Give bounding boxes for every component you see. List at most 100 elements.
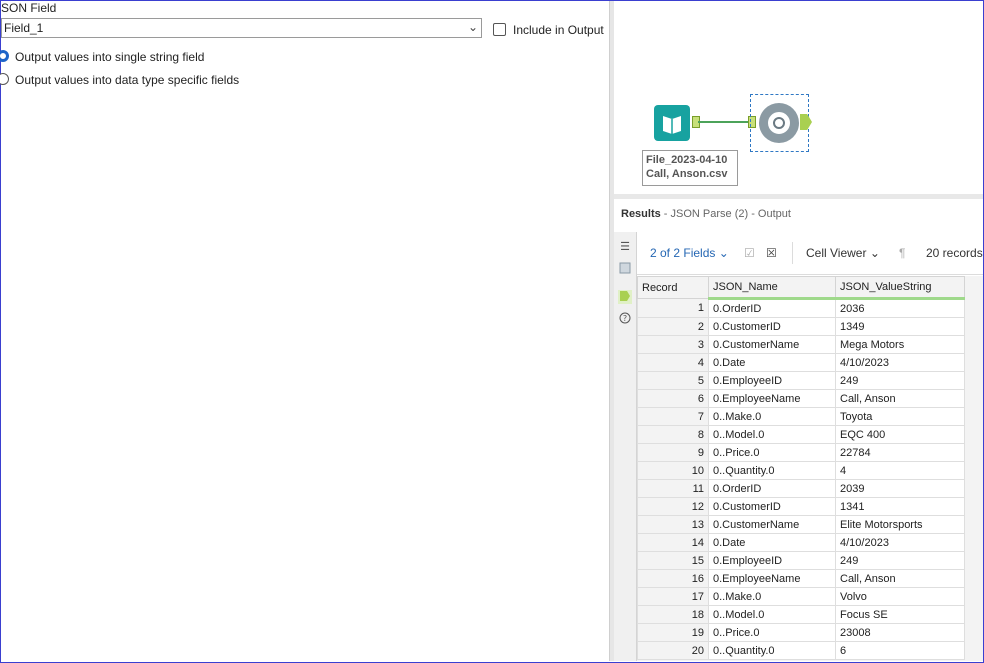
record-cell[interactable]: 16 [637, 569, 709, 588]
table-row[interactable]: 19 0..Price.0 23008 [637, 623, 965, 642]
json-name-cell[interactable]: 0.OrderID [708, 298, 836, 318]
json-name-cell[interactable]: 0..Model.0 [708, 605, 836, 624]
table-row[interactable]: 1 0.OrderID 2036 [637, 298, 965, 318]
record-cell[interactable]: 12 [637, 497, 709, 516]
json-value-cell[interactable]: 4 [835, 461, 965, 480]
connection-line[interactable] [698, 121, 752, 123]
list-icon[interactable]: ☰ [618, 240, 632, 254]
record-cell[interactable]: 7 [637, 407, 709, 426]
table-row[interactable]: 4 0.Date 4/10/2023 [637, 353, 965, 372]
include-in-output-checkbox[interactable] [493, 23, 506, 36]
close-box-icon[interactable]: ☒ [766, 246, 777, 260]
record-cell[interactable]: 14 [637, 533, 709, 552]
table-row[interactable]: 2 0.CustomerID 1349 [637, 317, 965, 336]
record-cell[interactable]: 3 [637, 335, 709, 354]
json-value-cell[interactable]: Volvo [835, 587, 965, 606]
record-cell[interactable]: 20 [637, 641, 709, 660]
record-cell[interactable]: 2 [637, 317, 709, 336]
record-cell[interactable]: 13 [637, 515, 709, 534]
json-name-cell[interactable]: 0.EmployeeName [708, 389, 836, 408]
table-row[interactable]: 16 0.EmployeeName Call, Anson [637, 569, 965, 588]
table-row[interactable]: 7 0..Make.0 Toyota [637, 407, 965, 426]
json-value-cell[interactable]: 1341 [835, 497, 965, 516]
results-divider[interactable] [614, 194, 983, 199]
record-cell[interactable]: 9 [637, 443, 709, 462]
json-value-cell[interactable]: Mega Motors [835, 335, 965, 354]
json-parse-tool-icon[interactable] [759, 103, 799, 143]
json-name-cell[interactable]: 0.EmployeeID [708, 551, 836, 570]
record-cell[interactable]: 18 [637, 605, 709, 624]
json-value-cell[interactable]: Elite Motorsports [835, 515, 965, 534]
table-row[interactable]: 8 0..Model.0 EQC 400 [637, 425, 965, 444]
json-value-cell[interactable]: 1349 [835, 317, 965, 336]
record-cell[interactable]: 1 [637, 298, 709, 318]
record-cell[interactable]: 4 [637, 353, 709, 372]
json-value-cell[interactable]: 2036 [835, 298, 965, 318]
record-cell[interactable]: 17 [637, 587, 709, 606]
record-cell[interactable]: 11 [637, 479, 709, 498]
json-name-cell[interactable]: 0.EmployeeID [708, 371, 836, 390]
table-row[interactable]: 9 0..Price.0 22784 [637, 443, 965, 462]
pilcrow-icon[interactable]: ¶ [899, 246, 905, 260]
json-name-cell[interactable]: 0..Price.0 [708, 443, 836, 462]
table-row[interactable]: 20 0..Quantity.0 6 [637, 641, 965, 660]
table-row[interactable]: 12 0.CustomerID 1341 [637, 497, 965, 516]
output-anchor-icon[interactable] [618, 290, 632, 304]
workflow-canvas[interactable]: File_2023-04-10 Call, Anson.csv [614, 1, 983, 194]
json-name-cell[interactable]: 0..Quantity.0 [708, 641, 836, 660]
json-name-cell[interactable]: 0.EmployeeName [708, 569, 836, 588]
json-name-cell[interactable]: 0..Make.0 [708, 587, 836, 606]
input-data-tool-icon[interactable] [654, 105, 690, 141]
table-row[interactable]: 3 0.CustomerName Mega Motors [637, 335, 965, 354]
table-row[interactable]: 17 0..Make.0 Volvo [637, 587, 965, 606]
record-cell[interactable]: 15 [637, 551, 709, 570]
json-name-cell[interactable]: 0.CustomerName [708, 515, 836, 534]
json-value-cell[interactable]: Focus SE [835, 605, 965, 624]
table-row[interactable]: 11 0.OrderID 2039 [637, 479, 965, 498]
table-row[interactable]: 15 0.EmployeeID 249 [637, 551, 965, 570]
record-cell[interactable]: 5 [637, 371, 709, 390]
json-name-cell[interactable]: 0.CustomerID [708, 317, 836, 336]
col-json-value-header[interactable]: JSON_ValueString [835, 276, 965, 300]
json-name-cell[interactable]: 0.CustomerName [708, 335, 836, 354]
fields-selector[interactable]: 2 of 2 Fields ⌄ [650, 246, 729, 260]
json-parse-output-anchor[interactable] [800, 114, 812, 130]
json-name-cell[interactable]: 0..Model.0 [708, 425, 836, 444]
record-cell[interactable]: 8 [637, 425, 709, 444]
json-name-cell[interactable]: 0.OrderID [708, 479, 836, 498]
help-icon[interactable]: ? [618, 312, 632, 326]
json-value-cell[interactable]: 22784 [835, 443, 965, 462]
json-name-cell[interactable]: 0..Price.0 [708, 623, 836, 642]
json-value-cell[interactable]: Call, Anson [835, 389, 965, 408]
json-name-cell[interactable]: 0..Make.0 [708, 407, 836, 426]
table-row[interactable]: 18 0..Model.0 Focus SE [637, 605, 965, 624]
record-cell[interactable]: 19 [637, 623, 709, 642]
table-row[interactable]: 13 0.CustomerName Elite Motorsports [637, 515, 965, 534]
col-record-header[interactable]: Record [637, 276, 709, 299]
check-icon[interactable]: ☑ [744, 246, 755, 260]
json-name-cell[interactable]: 0.Date [708, 533, 836, 552]
col-json-name-header[interactable]: JSON_Name [708, 276, 836, 300]
json-name-cell[interactable]: 0.CustomerID [708, 497, 836, 516]
json-value-cell[interactable]: 4/10/2023 [835, 533, 965, 552]
record-cell[interactable]: 10 [637, 461, 709, 480]
json-value-cell[interactable]: 4/10/2023 [835, 353, 965, 372]
table-row[interactable]: 14 0.Date 4/10/2023 [637, 533, 965, 552]
input-anchor-icon[interactable] [618, 262, 632, 276]
json-value-cell[interactable]: EQC 400 [835, 425, 965, 444]
radio-single-string[interactable] [0, 50, 9, 62]
json-value-cell[interactable]: 6 [835, 641, 965, 660]
json-name-cell[interactable]: 0..Quantity.0 [708, 461, 836, 480]
cell-viewer-dropdown[interactable]: Cell Viewer ⌄ [806, 246, 880, 260]
json-value-cell[interactable]: 2039 [835, 479, 965, 498]
json-value-cell[interactable]: 23008 [835, 623, 965, 642]
json-name-cell[interactable]: 0.Date [708, 353, 836, 372]
record-cell[interactable]: 6 [637, 389, 709, 408]
table-row[interactable]: 10 0..Quantity.0 4 [637, 461, 965, 480]
json-field-dropdown[interactable]: Field_1 ⌄ [1, 18, 482, 38]
json-value-cell[interactable]: Toyota [835, 407, 965, 426]
json-value-cell[interactable]: Call, Anson [835, 569, 965, 588]
json-value-cell[interactable]: 249 [835, 371, 965, 390]
table-row[interactable]: 6 0.EmployeeName Call, Anson [637, 389, 965, 408]
table-row[interactable]: 5 0.EmployeeID 249 [637, 371, 965, 390]
